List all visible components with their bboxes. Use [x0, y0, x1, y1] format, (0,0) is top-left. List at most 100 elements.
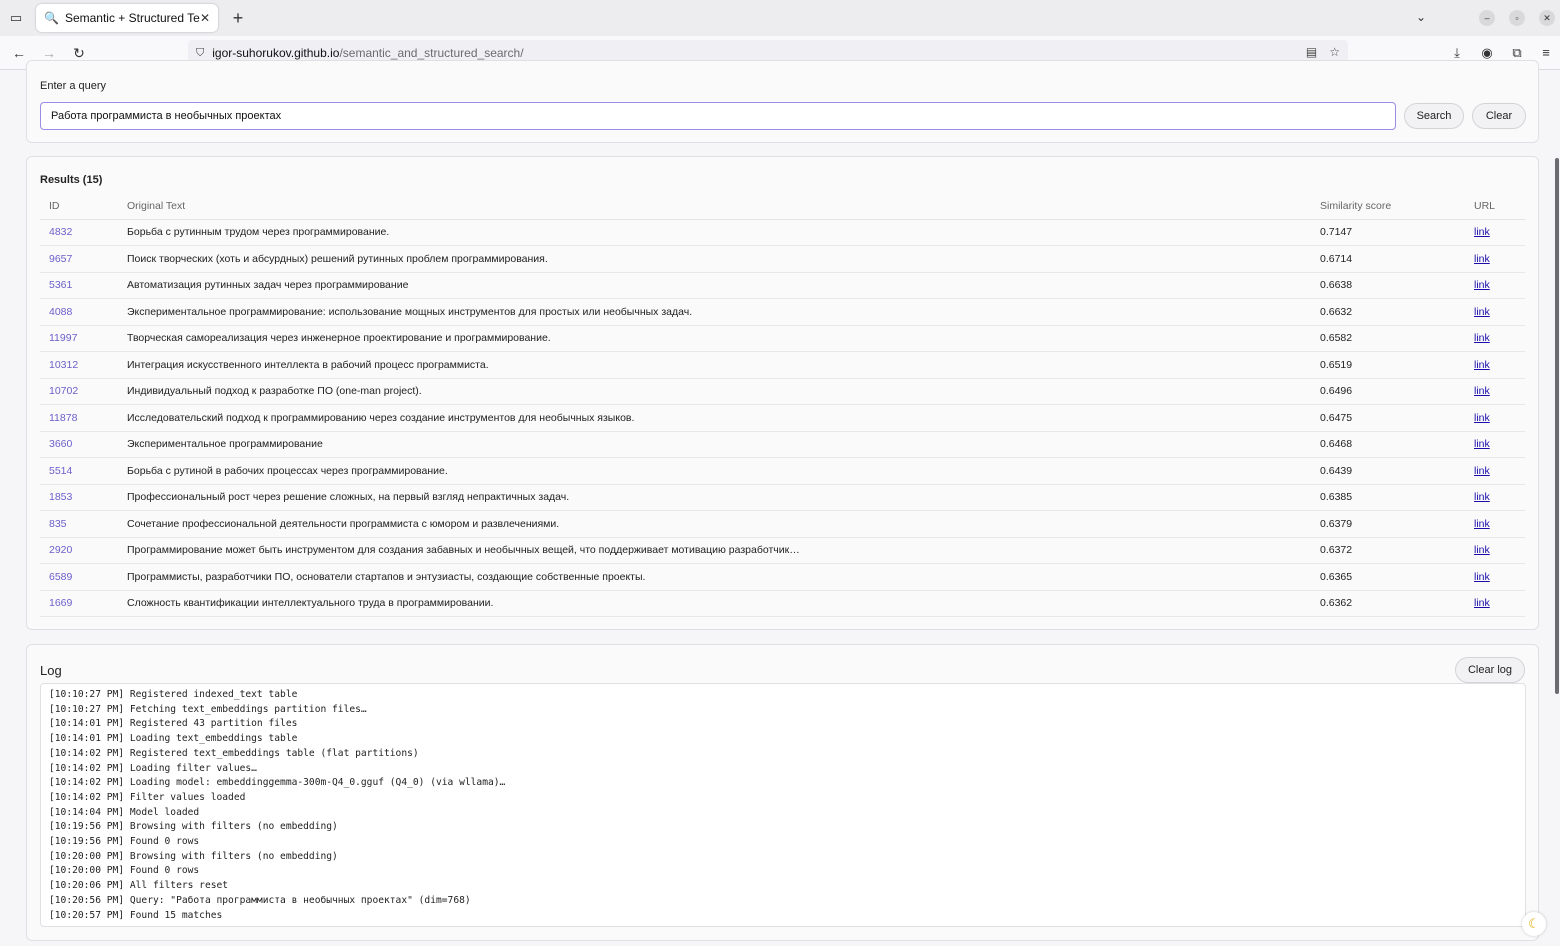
log-line: [10:10:27 PM] Fetching text_embeddings p…: [49, 703, 367, 715]
row-url: link: [1465, 457, 1525, 485]
row-url: link: [1465, 351, 1525, 379]
restore-icon[interactable]: ▫: [1509, 10, 1525, 26]
row-link[interactable]: link: [1474, 491, 1490, 503]
back-icon[interactable]: ←: [10, 44, 28, 62]
log-output[interactable]: [10:10:27 PM] Registered indexed_text ta…: [40, 683, 1526, 927]
search-button[interactable]: Search: [1404, 103, 1464, 129]
table-row: 10702 Индивидуальный подход к разработке …: [40, 378, 1525, 405]
url-host: igor-suhorukov.github.io: [212, 46, 340, 60]
row-id: 9657: [40, 245, 118, 273]
log-line: [10:14:02 PM] Registered text_embeddings…: [49, 747, 419, 759]
log-line: [10:20:56 PM] Query: "Работа программист…: [49, 894, 471, 906]
page-scrollbar[interactable]: [1555, 158, 1559, 694]
row-id: 5514: [40, 457, 118, 485]
column-header-id: ID: [40, 193, 118, 220]
row-text: Борьба с рутиной в рабочих процессах чер…: [118, 457, 1311, 485]
row-link[interactable]: link: [1474, 253, 1490, 265]
row-id: 835: [40, 510, 118, 538]
row-text: Программирование может быть инструментом…: [118, 537, 1311, 564]
log-title: Log: [40, 663, 62, 678]
row-url: link: [1465, 245, 1525, 273]
row-link[interactable]: link: [1474, 438, 1490, 450]
row-id: 4088: [40, 298, 118, 326]
log-line: [10:10:27 PM] Registered indexed_text ta…: [49, 689, 298, 700]
clear-log-button[interactable]: Clear log: [1455, 657, 1525, 683]
row-url: link: [1465, 325, 1525, 352]
row-score: 0.6638: [1311, 272, 1465, 299]
table-row: 10312 Интеграция искусственного интеллект…: [40, 351, 1525, 379]
row-link[interactable]: link: [1474, 385, 1490, 397]
table-row: 9657 Поиск творческих (хоть и абсурдных) …: [40, 245, 1525, 273]
log-line: [10:20:57 PM] Found 15 matches: [49, 909, 223, 921]
menu-icon[interactable]: ≡: [1537, 44, 1555, 62]
chevron-down-icon[interactable]: ⌄: [1416, 10, 1426, 24]
row-link[interactable]: link: [1474, 597, 1490, 609]
table-row: 6589 Программисты, разработчики ПО, основ…: [40, 563, 1525, 591]
row-url: link: [1465, 378, 1525, 405]
row-url: link: [1465, 510, 1525, 538]
tab-list-icon[interactable]: ▭: [0, 0, 32, 36]
row-link[interactable]: link: [1474, 518, 1490, 530]
log-line: [10:20:06 PM] All filters reset: [49, 880, 229, 892]
log-line: [10:20:00 PM] Found 0 rows: [49, 865, 200, 877]
row-text: Интеграция искусственного интеллекта в р…: [118, 351, 1311, 379]
log-line: [10:14:02 PM] Loading model: embeddingge…: [49, 777, 506, 789]
log-line: [10:14:04 PM] Model loaded: [49, 806, 200, 818]
reader-mode-icon[interactable]: ▤: [1306, 45, 1317, 59]
table-row: 5361 Автоматизация рутинных задач через п…: [40, 272, 1525, 299]
table-row: 11997 Творческая самореализация через инж…: [40, 325, 1525, 352]
results-body: 4832 Борьба с рутинным трудом через прогр…: [40, 219, 1525, 617]
log-line: [10:20:00 PM] Browsing with filters (no …: [49, 850, 338, 862]
row-link[interactable]: link: [1474, 359, 1490, 371]
dark-mode-toggle-icon[interactable]: ☾: [1522, 912, 1546, 936]
column-header-text: Original Text: [118, 193, 1311, 220]
row-link[interactable]: link: [1474, 226, 1490, 238]
row-link[interactable]: link: [1474, 306, 1490, 318]
table-row: 1669 Сложность квантификации интеллектуал…: [40, 590, 1525, 617]
table-row: 4832 Борьба с рутинным трудом через прогр…: [40, 219, 1525, 246]
row-score: 0.6475: [1311, 404, 1465, 432]
row-text: Автоматизация рутинных задач через прогр…: [118, 272, 1311, 299]
row-url: link: [1465, 590, 1525, 617]
row-score: 0.6496: [1311, 378, 1465, 405]
row-id: 10312: [40, 351, 118, 379]
row-link[interactable]: link: [1474, 465, 1490, 477]
row-score: 0.7147: [1311, 219, 1465, 246]
row-id: 3660: [40, 431, 118, 458]
clear-button[interactable]: Clear: [1472, 103, 1526, 129]
row-id: 6589: [40, 563, 118, 591]
row-link[interactable]: link: [1474, 279, 1490, 291]
row-id: 11878: [40, 404, 118, 432]
row-id: 1853: [40, 484, 118, 511]
new-tab-icon[interactable]: +: [228, 8, 248, 28]
row-id: 1669: [40, 590, 118, 617]
row-score: 0.6714: [1311, 245, 1465, 273]
row-id: 10702: [40, 378, 118, 405]
row-id: 4832: [40, 219, 118, 246]
row-text: Профессиональный рост через решение слож…: [118, 484, 1311, 511]
row-url: link: [1465, 298, 1525, 326]
row-url: link: [1465, 537, 1525, 564]
active-tab[interactable]: 🔍 Semantic + Structured Te ✕: [36, 4, 218, 32]
row-score: 0.6379: [1311, 510, 1465, 538]
results-title: Results (15): [40, 174, 103, 186]
tab-bar: ▭ 🔍 Semantic + Structured Te ✕ + ⌄ – ▫ ✕: [0, 0, 1560, 36]
row-text: Сложность квантификации интеллектуальног…: [118, 590, 1311, 617]
row-text: Творческая самореализация через инженерн…: [118, 325, 1311, 352]
row-link[interactable]: link: [1474, 544, 1490, 556]
row-link[interactable]: link: [1474, 571, 1490, 583]
minimize-icon[interactable]: –: [1479, 10, 1495, 26]
row-text: Экспериментальное программирование: [118, 431, 1311, 458]
close-icon[interactable]: ✕: [200, 11, 210, 25]
bookmark-star-icon[interactable]: ☆: [1329, 45, 1340, 59]
query-input[interactable]: Работа программиста в необычных проектах: [40, 102, 1396, 130]
row-text: Программисты, разработчики ПО, основател…: [118, 563, 1311, 591]
row-id: 11997: [40, 325, 118, 352]
window-close-icon[interactable]: ✕: [1539, 10, 1555, 26]
row-link[interactable]: link: [1474, 412, 1490, 424]
row-link[interactable]: link: [1474, 332, 1490, 344]
row-score: 0.6519: [1311, 351, 1465, 379]
row-url: link: [1465, 431, 1525, 458]
row-text: Исследовательский подход к программирова…: [118, 404, 1311, 432]
table-header-row: ID Original Text Similarity score URL: [40, 193, 1525, 220]
